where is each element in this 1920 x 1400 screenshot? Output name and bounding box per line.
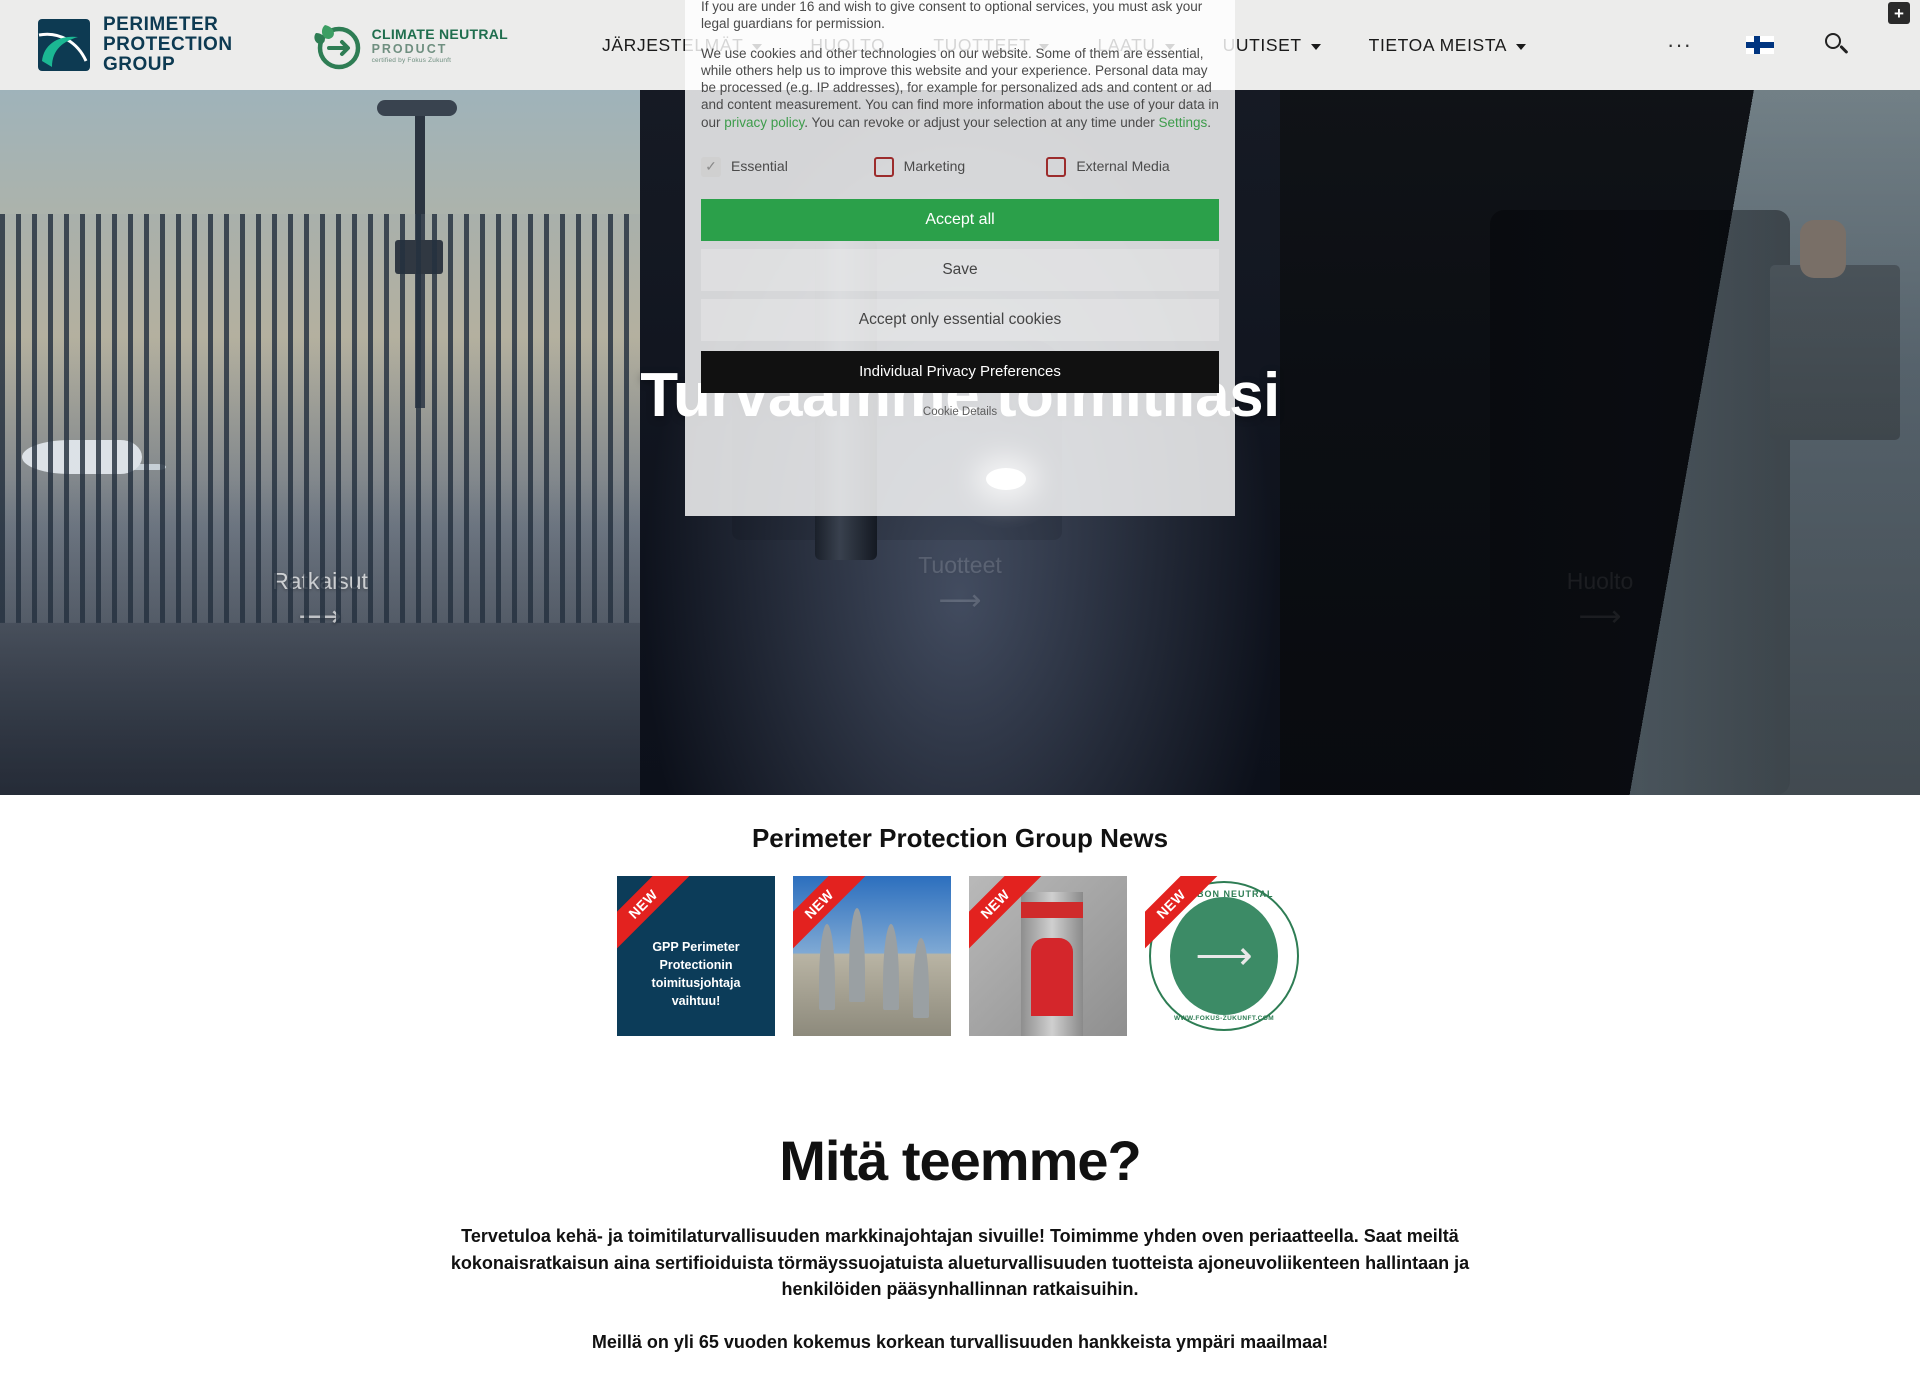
chevron-down-icon	[1310, 43, 1321, 50]
cookie-main-text: We use cookies and other technologies on…	[701, 45, 1219, 131]
arrow-right-icon: ⟶	[298, 600, 342, 633]
header-actions: ···	[1639, 32, 1920, 58]
climate-line-1: CLIMATE NEUTRAL	[371, 26, 509, 42]
climate-line-2: PRODUCT	[371, 42, 448, 56]
seal-text-bottom: WWW.FOKUS-ZUKUNFT.COM	[1173, 1015, 1275, 1022]
intro-paragraph-1: Tervetuloa kehä- ja toimitilaturvallisuu…	[450, 1226, 1470, 1300]
cookie-category-list: ✓ Essential Marketing External Media	[701, 156, 1219, 177]
plus-icon[interactable]: +	[1888, 2, 1910, 24]
settings-link[interactable]: Settings	[1159, 115, 1208, 130]
cookie-checkbox-external-media[interactable]: External Media	[1046, 156, 1219, 177]
climate-neutral-badge: CLIMATE NEUTRAL PRODUCT certified by Fok…	[311, 19, 508, 71]
cookie-checkbox-marketing[interactable]: Marketing	[873, 156, 1047, 177]
arrow-right-icon: ⟶	[938, 584, 982, 617]
cookie-consent-dialog: If you are under 16 and wish to give con…	[685, 0, 1235, 516]
intro-paragraph-2: Meillä on yli 65 vuoden kokemus korkean …	[591, 1331, 1329, 1352]
what-we-do-section: Mitä teemme? Tervetuloa kehä- ja toimiti…	[0, 1036, 1920, 1400]
arrow-right-icon: ⟶	[1195, 934, 1253, 978]
nav-label: TIETOA MEISTA	[1368, 34, 1508, 55]
checkbox-checked-icon: ✓	[701, 156, 721, 177]
chevron-down-icon	[1516, 43, 1527, 50]
checkbox-label: Essential	[731, 157, 788, 174]
logo-line-2: PROTECTION	[103, 34, 233, 55]
checkbox-unchecked-icon	[873, 156, 894, 177]
hero-panel-huolto[interactable]: Huolto ⟶	[1280, 90, 1920, 795]
logo-line-3: GROUP	[103, 54, 176, 75]
hero-panel-ratkaisut[interactable]: Ratkaisut ⟶	[0, 90, 640, 795]
section-title: Mitä teemme?	[779, 1129, 1141, 1192]
brand-logo[interactable]: PERIMETER PROTECTION GROUP	[38, 15, 233, 75]
save-button[interactable]: Save	[701, 248, 1219, 291]
individual-privacy-preferences-button[interactable]: Individual Privacy Preferences	[701, 350, 1219, 393]
news-card[interactable]: NEW CARBON NEUTRAL ⟶ WWW.FOKUS-ZUKUNFT.C…	[1145, 876, 1303, 1036]
news-card[interactable]: NEW	[969, 876, 1127, 1036]
arrow-right-icon: ⟶	[1578, 600, 1622, 633]
cookie-checkbox-essential[interactable]: ✓ Essential	[701, 156, 874, 177]
news-card[interactable]: NEW	[793, 876, 951, 1036]
accept-all-button[interactable]: Accept all	[701, 198, 1219, 241]
hero-panel-label: Tuotteet	[918, 552, 1002, 578]
checkbox-label: External Media	[1076, 157, 1170, 174]
overflow-menu-button[interactable]: ···	[1639, 32, 1720, 58]
checkbox-label: Marketing	[903, 157, 966, 174]
logo-line-1: PERIMETER	[103, 14, 219, 35]
cookie-text-part-3: .	[1207, 114, 1212, 130]
privacy-policy-link[interactable]: privacy policy	[724, 115, 804, 130]
brand-logo-text: PERIMETER PROTECTION GROUP	[103, 15, 233, 75]
news-card[interactable]: NEW GPP Perimeter Protectionin toimitusj…	[617, 876, 775, 1036]
news-section-title: Perimeter Protection Group News	[751, 823, 1169, 853]
language-flag-fi-icon[interactable]	[1746, 36, 1774, 54]
accept-essential-button[interactable]: Accept only essential cookies	[701, 298, 1219, 341]
hero-panel-label: Huolto	[1566, 568, 1634, 594]
nav-item-tietoa-meista[interactable]: TIETOA MEISTA	[1345, 35, 1550, 56]
checkbox-unchecked-icon	[1046, 156, 1067, 177]
cookie-text-part-2: . You can revoke or adjust your selectio…	[804, 114, 1159, 130]
hero-panel-label: Ratkaisut	[272, 568, 368, 594]
search-icon[interactable]	[1824, 32, 1850, 58]
cookie-details-link[interactable]: Cookie Details	[701, 405, 1219, 420]
news-card-caption: GPP Perimeter Protectionin toimitusjohta…	[651, 940, 741, 1009]
cookie-age-notice: If you are under 16 and wish to give con…	[701, 0, 1203, 32]
news-card-list: NEW GPP Perimeter Protectionin toimitusj…	[0, 876, 1920, 1036]
climate-neutral-icon	[311, 19, 363, 71]
news-section: Perimeter Protection Group News NEW GPP …	[0, 795, 1920, 1036]
climate-line-3: certified by Fokus Zukunft	[371, 57, 452, 64]
perimeter-logo-icon	[38, 19, 90, 71]
